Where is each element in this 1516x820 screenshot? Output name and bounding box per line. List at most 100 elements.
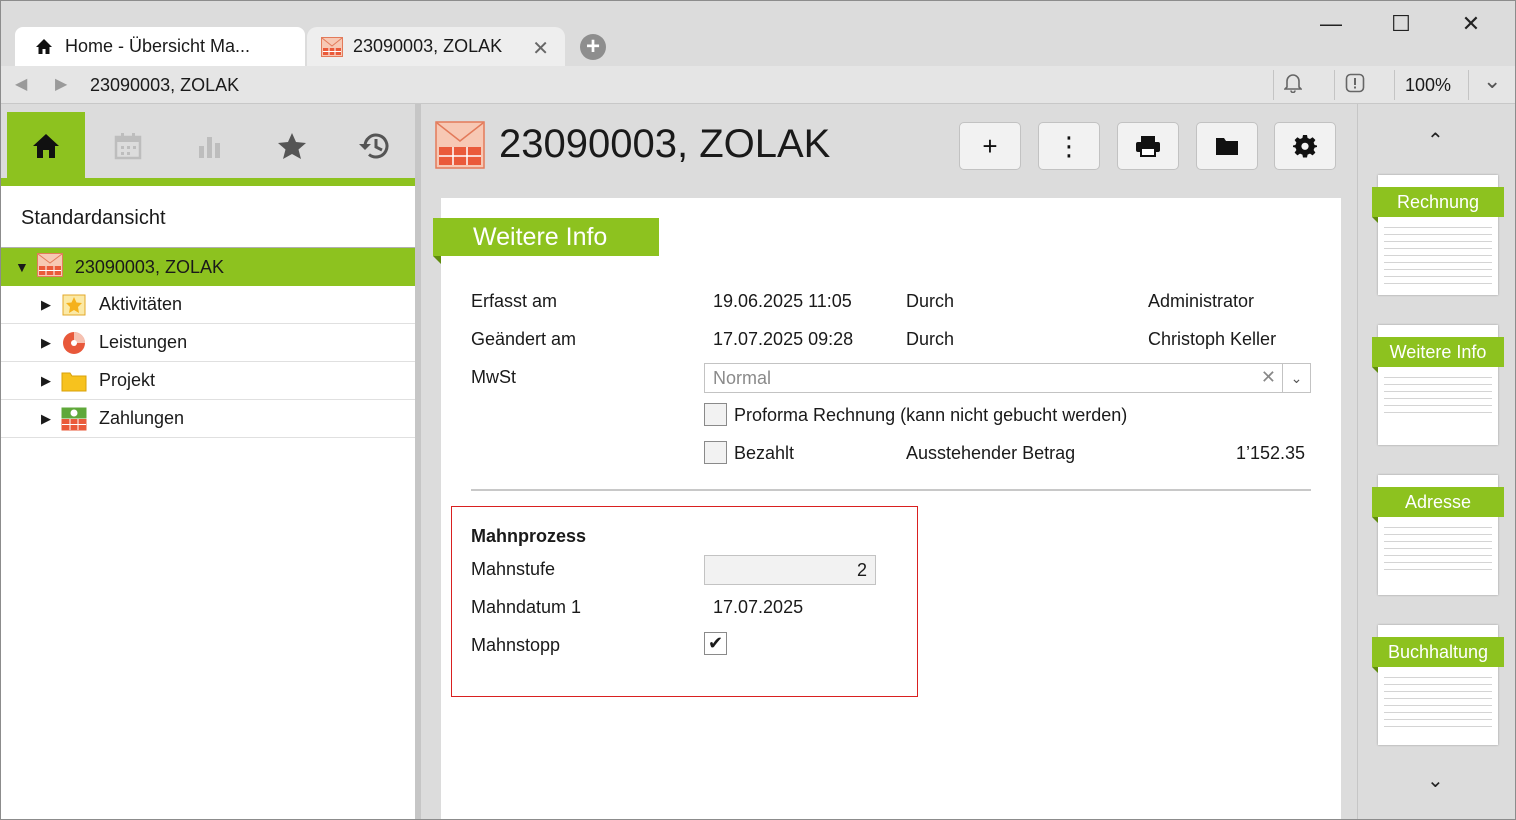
back-button[interactable]: ◀ (15, 74, 27, 94)
erfasst-by-value: Administrator (1148, 291, 1255, 311)
scroll-down-icon[interactable]: ⌄ (1427, 768, 1444, 793)
chevron-down-icon[interactable]: ⌄ (1483, 68, 1501, 94)
geaendert-value: 17.07.2025 09:28 (713, 329, 854, 349)
mahnstufe-value: 2 (856, 560, 867, 580)
mahnprozess-title: Mahnprozess (471, 526, 587, 546)
add-tab-button[interactable]: + (580, 34, 606, 60)
mwst-select[interactable]: Normal ✕ ⌄ (704, 363, 1311, 393)
calendar-icon (114, 133, 142, 160)
thumbnail-weitere-info[interactable]: Weitere Info (1372, 325, 1504, 445)
tree-item-zahlungen[interactable]: ▶ Zahlungen (1, 400, 415, 438)
separator (1394, 70, 1395, 100)
mwst-label: MwSt (471, 367, 516, 387)
chevron-down-icon[interactable]: ⌄ (1282, 364, 1310, 392)
bar-chart-icon (199, 137, 220, 158)
folder-icon (61, 370, 87, 392)
left-panel: Standardansicht ▼ 23090003, ZOLAK ▶ Akti… (1, 104, 415, 819)
star-icon (278, 133, 306, 159)
calendar-tool-button[interactable] (89, 112, 167, 180)
separator (1273, 70, 1274, 100)
clear-icon[interactable]: ✕ (1261, 367, 1276, 388)
home-icon (36, 38, 52, 54)
gear-icon (1293, 135, 1317, 158)
erfasst-value: 19.06.2025 11:05 (713, 291, 852, 311)
geaendert-label: Geändert am (471, 329, 577, 349)
favorites-tool-button[interactable] (253, 112, 331, 180)
tree-item-label: Aktivitäten (99, 294, 183, 314)
bezahlt-checkbox[interactable] (704, 441, 727, 464)
main-area: 23090003, ZOLAK + ⋮ Weitere Info Erfasst… (421, 104, 1357, 819)
tree-item-label: Projekt (99, 370, 156, 390)
thumbnail-adresse[interactable]: Adresse (1372, 475, 1504, 595)
print-button[interactable] (1117, 122, 1179, 170)
tree-item-label: Leistungen (99, 332, 188, 352)
section-flag-fold (433, 256, 441, 264)
thumbnail-rechnung[interactable]: Rechnung (1372, 175, 1504, 295)
add-button[interactable]: + (959, 122, 1021, 170)
history-icon (359, 133, 389, 159)
invoice-icon (321, 36, 343, 57)
geaendert-by-label: Durch (906, 329, 955, 349)
maximize-button[interactable]: ☐ (1371, 9, 1431, 39)
proforma-checkbox[interactable] (704, 403, 727, 426)
tree-item-aktivitaeten[interactable]: ▶ Aktivitäten (1, 286, 415, 324)
folder-button[interactable] (1196, 122, 1258, 170)
zoom-level[interactable]: 100% (1405, 75, 1451, 96)
erfasst-label: Erfasst am (471, 291, 558, 311)
scroll-up-icon[interactable]: ⌃ (1427, 128, 1444, 153)
mahnstopp-label: Mahnstopp (471, 635, 561, 655)
home-tool-button[interactable] (7, 112, 85, 180)
mahndatum-value: 17.07.2025 (713, 597, 804, 617)
thumbnail-label: Adresse (1372, 487, 1504, 517)
mahndatum-label: Mahndatum 1 (471, 597, 582, 617)
collapse-arrow-icon[interactable]: ▼ (15, 259, 29, 275)
mahnstufe-input[interactable]: 2 (704, 555, 876, 585)
tree-item-leistungen[interactable]: ▶ Leistungen (1, 324, 415, 362)
section-thumbnail-rail: ⌃ Rechnung Weitere Info Adresse Buchhalt… (1357, 104, 1515, 819)
expand-arrow-icon[interactable]: ▶ (41, 297, 51, 313)
minimize-button[interactable]: — (1301, 9, 1361, 39)
tab-invoice[interactable]: 23090003, ZOLAK ✕ (307, 27, 565, 66)
section-title: Weitere Info (433, 218, 659, 256)
more-options-button[interactable]: ⋮ (1038, 122, 1100, 170)
thumbnail-flag-fold (1372, 517, 1378, 523)
forward-button[interactable]: ▶ (55, 74, 67, 94)
tree-root-label: 23090003, ZOLAK (74, 256, 224, 277)
address-path: 23090003, ZOLAK (90, 75, 240, 95)
divider (471, 489, 1311, 491)
view-name[interactable]: Standardansicht (21, 207, 166, 230)
activity-star-icon (61, 294, 87, 316)
statistics-tool-button[interactable] (171, 112, 249, 180)
tree-root-item[interactable]: ▼ 23090003, ZOLAK (1, 247, 415, 286)
tree-item-label: Zahlungen (99, 408, 185, 428)
settings-button[interactable] (1274, 122, 1336, 170)
thumbnail-flag-fold (1372, 667, 1378, 673)
expand-arrow-icon[interactable]: ▶ (41, 411, 51, 427)
history-tool-button[interactable] (335, 112, 413, 180)
ausstehend-label: Ausstehender Betrag (906, 443, 1076, 463)
tree-item-projekt[interactable]: ▶ Projekt (1, 362, 415, 400)
expand-arrow-icon[interactable]: ▶ (41, 373, 51, 389)
bell-icon[interactable] (1283, 73, 1303, 98)
expand-arrow-icon[interactable]: ▶ (41, 335, 51, 351)
separator (1468, 70, 1469, 100)
thumbnail-label: Buchhaltung (1372, 637, 1504, 667)
thumbnail-flag-fold (1372, 367, 1378, 373)
payment-icon (61, 407, 87, 430)
toolstrip-accent-line (1, 178, 415, 186)
tab-invoice-label: 23090003, ZOLAK (353, 36, 503, 56)
tab-home[interactable]: Home - Übersicht Ma... (15, 27, 305, 66)
close-tab-icon[interactable]: ✕ (532, 36, 549, 61)
mahnstopp-checkbox[interactable]: ✔ (704, 632, 727, 655)
address-bar: ◀ ▶ 23090003, ZOLAK 100% ⌄ (1, 66, 1515, 104)
tool-strip (1, 104, 415, 184)
thumbnail-preview (1384, 521, 1492, 570)
alert-icon[interactable] (1345, 73, 1365, 98)
separator (1334, 70, 1335, 100)
erfasst-by-label: Durch (906, 291, 955, 311)
folder-icon (1216, 138, 1238, 155)
thumbnail-buchhaltung[interactable]: Buchhaltung (1372, 625, 1504, 745)
thumbnail-label: Weitere Info (1372, 337, 1504, 367)
close-window-button[interactable]: ✕ (1441, 9, 1501, 39)
thumbnail-preview (1384, 671, 1492, 727)
